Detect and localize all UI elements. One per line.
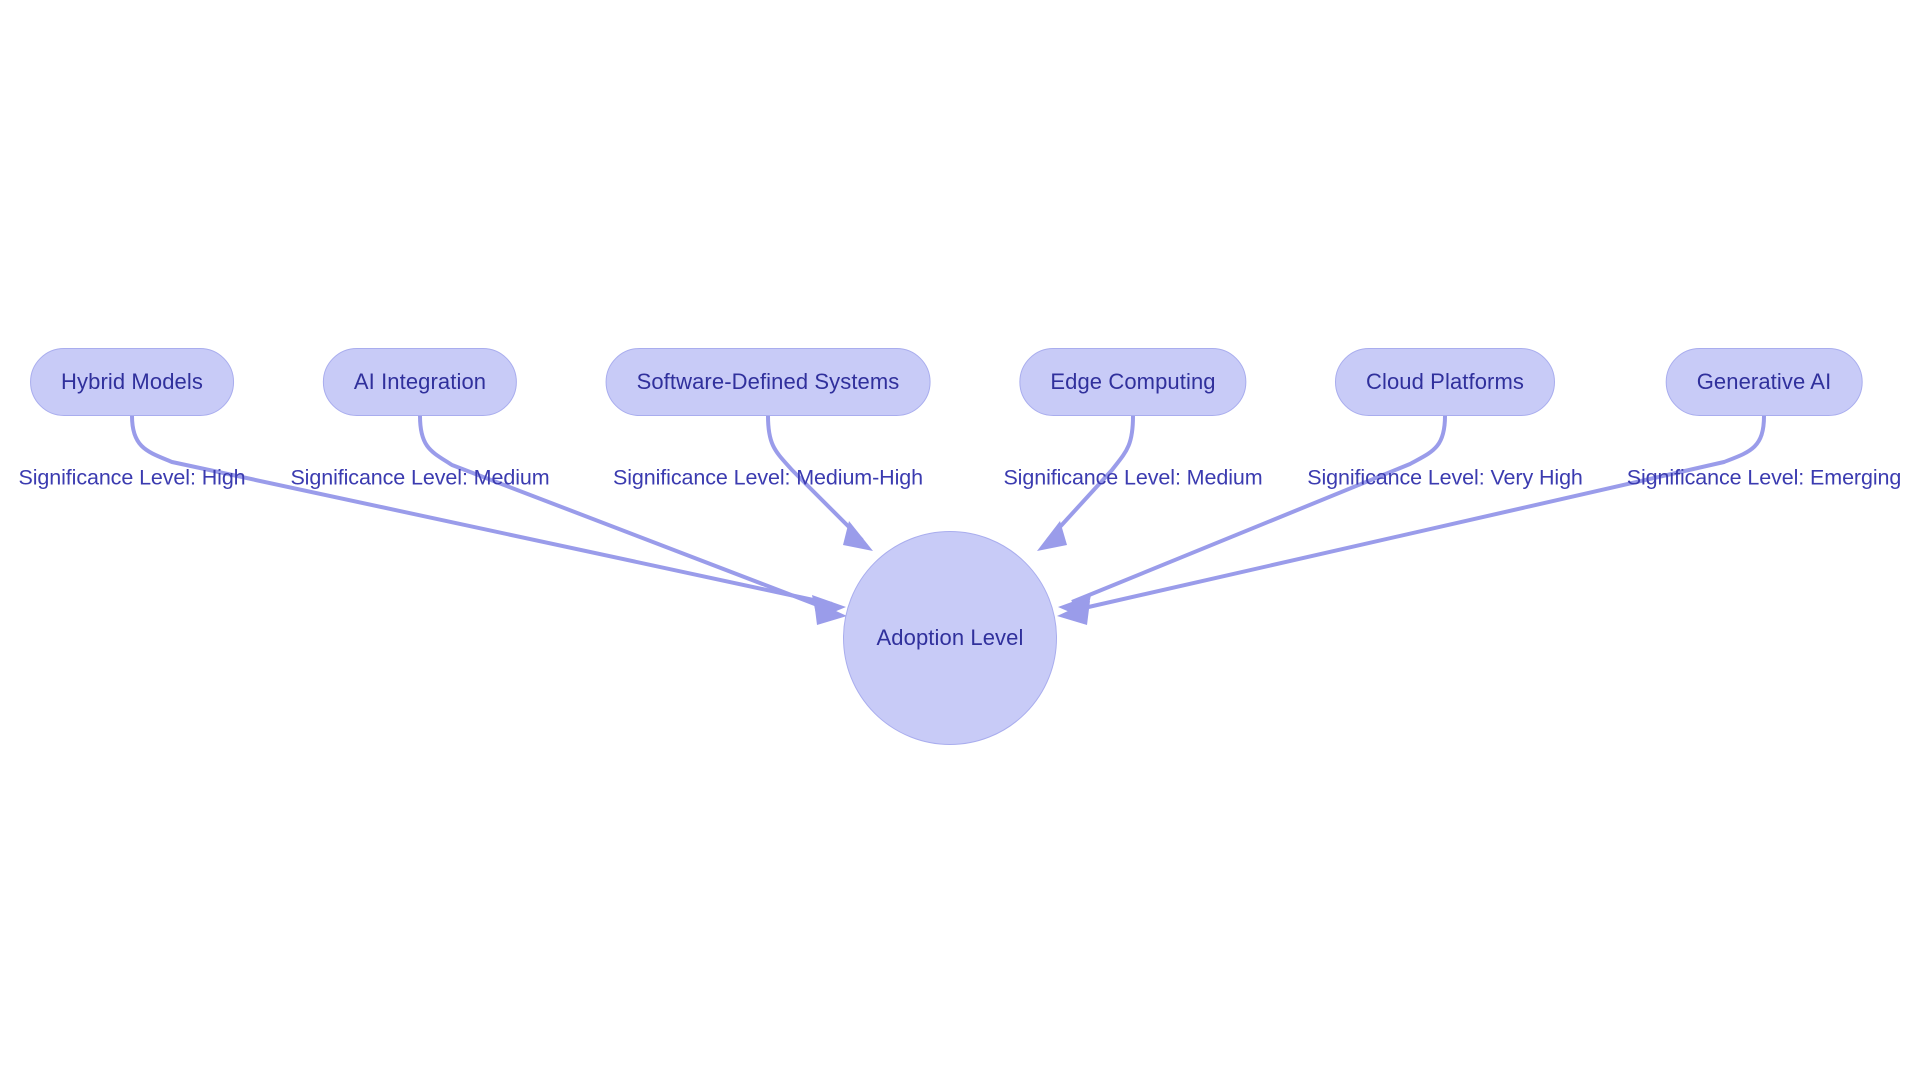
- node-label: Generative AI: [1696, 369, 1832, 394]
- edge-label-hybrid-models: Significance Level: High: [18, 465, 246, 490]
- edge-label-edge-computing: Significance Level: Medium: [1003, 465, 1263, 490]
- diagram-canvas: Hybrid Models AI Integration Software-De…: [0, 0, 1920, 1080]
- edge-line-hybrid-models: [130, 415, 833, 606]
- edge-generative-ai[interactable]: [1057, 415, 1766, 625]
- node-generative-ai[interactable]: Generative AI: [1665, 348, 1863, 416]
- node-label: AI Integration: [353, 369, 487, 394]
- edge-label-generative-ai: Significance Level: Emerging: [1626, 465, 1902, 490]
- node-label: Software-Defined Systems: [636, 369, 900, 394]
- node-label: Hybrid Models: [61, 369, 203, 394]
- edge-label-cloud-platforms: Significance Level: Very High: [1307, 465, 1583, 490]
- edge-label-software-defined-systems: Significance Level: Medium-High: [613, 465, 923, 490]
- node-hybrid-models[interactable]: Hybrid Models: [30, 348, 234, 416]
- node-cloud-platforms[interactable]: Cloud Platforms: [1334, 348, 1556, 416]
- node-software-defined-systems[interactable]: Software-Defined Systems: [605, 348, 931, 416]
- edge-hybrid-models[interactable]: [130, 415, 846, 619]
- node-label: Adoption Level: [876, 625, 1024, 650]
- node-ai-integration[interactable]: AI Integration: [322, 348, 518, 416]
- edge-line-generative-ai: [1070, 415, 1766, 613]
- edge-ai-integration[interactable]: [418, 415, 847, 625]
- edge-cloud-platforms[interactable]: [1058, 415, 1447, 619]
- node-label: Edge Computing: [1050, 369, 1216, 394]
- node-label: Cloud Platforms: [1365, 369, 1525, 394]
- node-edge-computing[interactable]: Edge Computing: [1019, 348, 1247, 416]
- node-adoption-level[interactable]: Adoption Level: [843, 531, 1057, 745]
- edge-label-ai-integration: Significance Level: Medium: [290, 465, 550, 490]
